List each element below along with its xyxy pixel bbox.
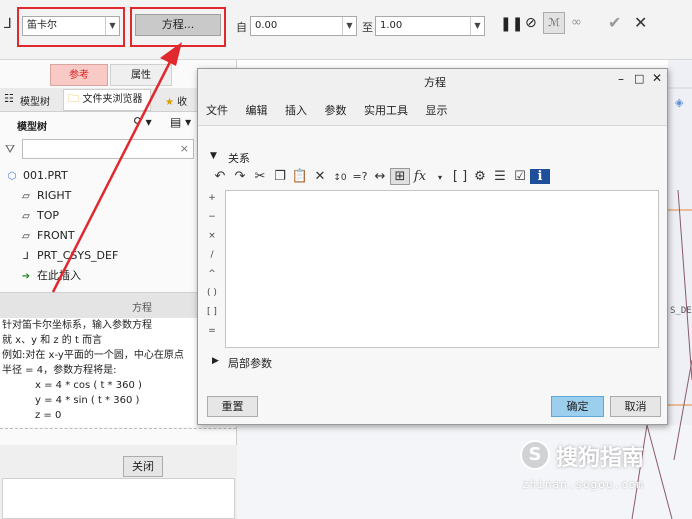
watermark-brand: 搜狗指南	[556, 446, 645, 471]
watermark-url: zhinan.sogou.com	[522, 478, 644, 491]
sogou-logo-icon: S	[520, 440, 550, 470]
watermark: S 搜狗指南 zhinan.sogou.com	[520, 438, 680, 498]
